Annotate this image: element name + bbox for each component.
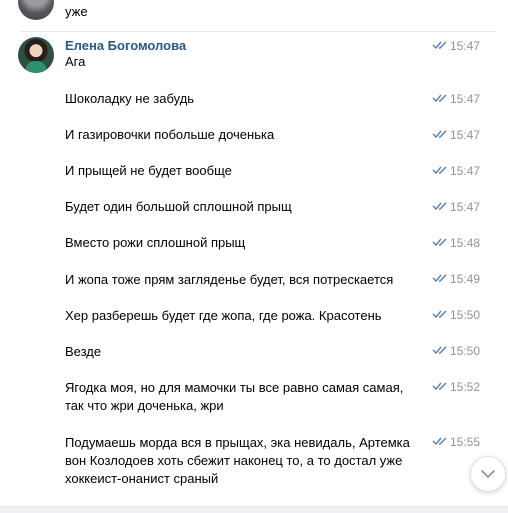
message-text: Шоколадку не забудь — [65, 91, 195, 106]
message-time: 15:50 — [432, 344, 492, 358]
double-check-icon — [432, 437, 447, 445]
message-time: 15:47 — [432, 39, 492, 53]
message-time: 15:49 — [432, 272, 492, 286]
double-check-icon — [432, 202, 447, 210]
message-text: уже — [65, 4, 88, 19]
message-time: 15:47 — [432, 92, 492, 106]
message-text: Будет один большой сплошной прыщ — [65, 199, 292, 214]
message-text: Вместо рожи сплошной прыщ — [65, 235, 246, 250]
message-time: 15:48 — [432, 236, 492, 250]
double-check-icon — [432, 166, 447, 174]
message-text: Ягодка моя, но для мамочки ты все равно … — [65, 380, 404, 413]
message-time: 15:55 — [432, 435, 492, 449]
double-check-icon — [432, 94, 447, 102]
message-text: И газировочки побольше доченька — [65, 127, 275, 142]
avatar[interactable] — [18, 0, 54, 20]
double-check-icon — [432, 346, 447, 354]
message-time: 15:47 — [432, 164, 492, 178]
chevron-down-icon — [481, 470, 495, 478]
double-check-icon — [432, 310, 447, 318]
message-text: Ага — [65, 54, 86, 69]
scroll-down-button[interactable] — [470, 456, 506, 492]
double-check-icon — [432, 41, 447, 49]
double-check-icon — [432, 382, 447, 390]
message-text: Подумаешь морда вся в прыщах, эка невида… — [65, 435, 410, 486]
message-time: 15:47 — [432, 200, 492, 214]
message-time: 15:47 — [432, 128, 492, 142]
message-text: Везде — [65, 344, 102, 359]
message-time: 15:52 — [432, 380, 492, 394]
double-check-icon — [432, 130, 447, 138]
author-avatar[interactable] — [18, 37, 54, 73]
message-text: И прыщей не будет вообще — [65, 163, 232, 178]
message-text: Хер разберешь будет где жопа, где рожа. … — [65, 308, 382, 323]
author-name[interactable]: Елена Богомолова — [65, 38, 186, 53]
message-time: 15:50 — [432, 308, 492, 322]
divider — [20, 31, 496, 32]
message-text: И жопа тоже прям загляденье будет, вся п… — [65, 272, 394, 287]
previous-message: уже — [0, 0, 508, 24]
double-check-icon — [432, 274, 447, 282]
double-check-icon — [432, 238, 447, 246]
